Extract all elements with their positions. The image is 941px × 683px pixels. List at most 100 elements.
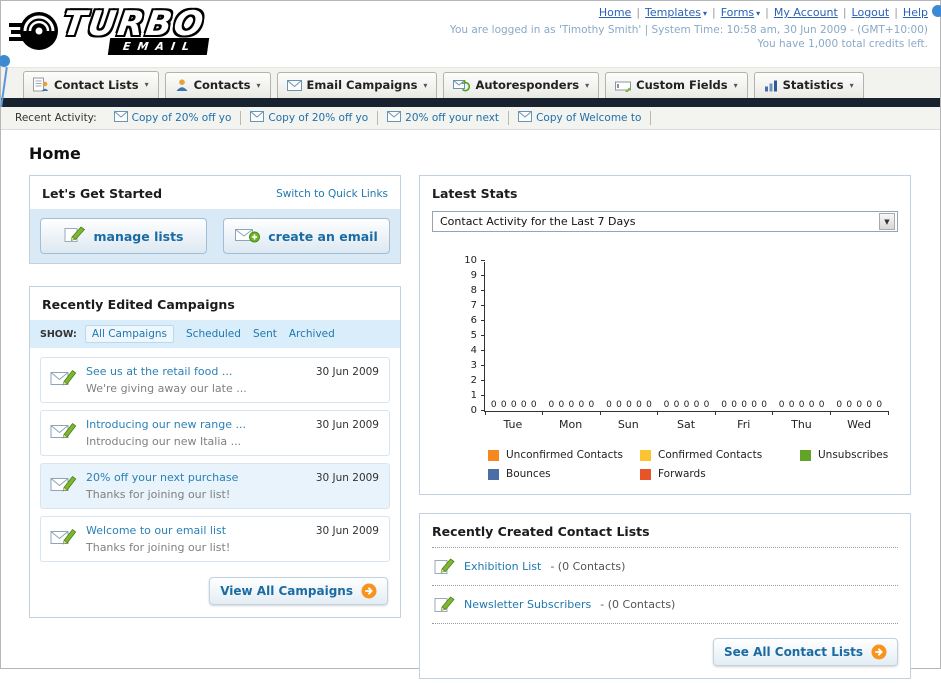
chart-series-cell: 0	[684, 400, 690, 411]
top-link-home[interactable]: Home	[599, 6, 631, 19]
legend-label: Forwards	[658, 468, 706, 480]
session-info: You are logged in as 'Timothy Smith' | S…	[450, 23, 928, 51]
chart-x-labels: Tue Mon Sun Sat Fri Thu Wed	[484, 412, 888, 431]
campaign-title-link[interactable]: Introducing our new range ...	[86, 418, 246, 431]
y-axis-label: 1	[470, 390, 477, 401]
chart-series-cell: 0	[751, 400, 757, 411]
tab-email-campaigns[interactable]: Email Campaigns ▾	[276, 72, 438, 98]
envelope-pencil-icon	[50, 367, 77, 395]
contact-list-link[interactable]: Exhibition List	[464, 560, 541, 573]
filter-scheduled[interactable]: Scheduled	[186, 328, 241, 340]
bar-value-label: 0	[751, 400, 757, 410]
x-axis-label: Wed	[847, 418, 872, 431]
bar-value-label: 0	[530, 400, 537, 410]
top-nav: Home | Templates ▾ | Forms ▾ | My Account | Logout…	[599, 6, 928, 19]
recent-activity-list: Copy of 20% off yo Copy of 20% off yo 20% …	[105, 107, 652, 129]
contact-list-item[interactable]: Exhibition List - (0 Contacts)	[432, 548, 898, 586]
top-link-forms[interactable]: Forms ▾	[721, 6, 760, 19]
filter-archived[interactable]: Archived	[289, 328, 335, 340]
recent-activity-item[interactable]: 20% off your next	[378, 111, 510, 125]
logo-turbo-text: TURBO	[60, 3, 208, 44]
campaign-subtitle: Introducing our new Italia ...	[86, 435, 242, 448]
filter-sent[interactable]: Sent	[253, 328, 277, 340]
bar-value-label: 0	[818, 400, 825, 410]
contact-list-link[interactable]: Newsletter Subscribers	[464, 598, 591, 611]
login-info: You are logged in as 'Timothy Smith' | S…	[449, 24, 928, 36]
bar-value-label: 0	[703, 400, 710, 410]
recent-activity-item[interactable]: Copy of 20% off yo	[105, 111, 242, 125]
get-started-title: Let's Get Started	[42, 186, 163, 201]
top-link-help[interactable]: Help	[903, 6, 928, 19]
recent-activity-item[interactable]: Copy of Welcome to	[509, 111, 652, 125]
campaign-title-link[interactable]: 20% off your next purchase	[86, 471, 238, 484]
campaign-list-item[interactable]: Introducing our new range ... Introducing…	[40, 410, 390, 456]
x-axis-tick	[829, 411, 831, 415]
campaign-list-item[interactable]: 20% off your next purchase Thanks for joi…	[40, 463, 390, 509]
bar-value-label: 0	[778, 400, 785, 410]
bar-value-label: 0	[673, 400, 680, 410]
filter-all-campaigns[interactable]: All Campaigns	[84, 325, 175, 343]
pencil-icon	[434, 558, 455, 575]
right-column: Latest Stats Contact Activity for the La…	[419, 175, 911, 679]
x-axis-tick	[772, 411, 774, 415]
tab-contact-lists[interactable]: Contact Lists ▾	[23, 71, 159, 98]
y-axis-label: 8	[470, 285, 477, 296]
create-email-label: create an email	[268, 228, 378, 244]
envelope-icon	[113, 111, 128, 125]
x-axis-label: Thu	[791, 418, 812, 431]
arrow-right-icon	[871, 644, 887, 660]
bar-value-label: 0	[798, 400, 805, 410]
stats-range-dropdown[interactable]: Contact Activity for the Last 7 Days ▼	[432, 211, 898, 232]
bar-value-label: 0	[510, 400, 517, 410]
bar-value-label: 0	[490, 400, 497, 410]
y-axis-label: 5	[470, 330, 477, 341]
bar-value-label: 0	[606, 400, 612, 410]
recent-activity-item-label: Copy of 20% off yo	[131, 112, 232, 124]
top-link-logout[interactable]: Logout	[852, 6, 890, 19]
switch-quick-links-link[interactable]: Switch to Quick Links	[276, 188, 388, 200]
campaign-date: 30 Jun 2009	[315, 525, 379, 537]
tab-autoresponders[interactable]: Autoresponders ▾	[443, 72, 600, 98]
campaign-title-link[interactable]: See us at the retail food ...	[86, 365, 247, 378]
contact-lists-icon	[33, 77, 49, 92]
tab-statistics[interactable]: Statistics ▾	[753, 72, 864, 98]
bar-value-label: 0	[578, 400, 585, 410]
see-all-contact-lists-button[interactable]: See All Contact Lists	[712, 638, 898, 666]
campaign-date: 30 Jun 2009	[315, 472, 379, 484]
chart-series-cell: 0	[846, 400, 852, 411]
legend-label: Unconfirmed Contacts	[506, 449, 623, 461]
top-link-templates[interactable]: Templates ▾	[645, 6, 707, 19]
y-axis-tick	[481, 275, 485, 276]
campaigns-title: Recently Edited Campaigns	[42, 297, 235, 312]
legend-swatch	[488, 468, 499, 480]
x-axis-tick	[714, 411, 716, 415]
legend-item-bounces: Bounces	[488, 468, 640, 480]
app-header: TURBO EMAIL Home | Templates ▾ | Forms ▾ | My Ac…	[1, 1, 940, 67]
turbo-email-logo[interactable]: TURBO EMAIL	[9, 3, 210, 57]
manage-lists-button[interactable]: manage lists	[40, 218, 207, 254]
create-email-button[interactable]: create an email	[223, 218, 390, 254]
top-link-my-account[interactable]: My Account	[774, 6, 838, 19]
view-all-campaigns-button[interactable]: View All Campaigns	[209, 577, 388, 605]
left-column: Let's Get Started Switch to Quick Links …	[29, 175, 401, 618]
chevron-down-icon: ▾	[585, 80, 590, 90]
contact-list-item[interactable]: Newsletter Subscribers - (0 Contacts)	[432, 586, 898, 624]
bar-value-label: 0	[761, 400, 767, 410]
legend-swatch	[800, 449, 811, 461]
chart-category-group: 00000	[485, 262, 543, 411]
chart-category-group: 00000	[543, 262, 601, 411]
x-axis-tick	[542, 411, 544, 415]
chart-series-cell: 0	[616, 400, 622, 411]
chart-series-cell: 0	[866, 400, 872, 411]
chart-legend: Unconfirmed Contacts Confirmed Contacts Un…	[488, 449, 910, 480]
bar-value-label: 0	[646, 400, 652, 410]
tab-custom-fields[interactable]: Custom Fields ▾	[605, 72, 748, 98]
recent-activity-item[interactable]: Copy of 20% off yo	[241, 111, 379, 125]
chart-series-cell: 0	[568, 400, 574, 411]
credits-info: You have 1,000 total credits left.	[757, 38, 928, 50]
envelope-icon	[387, 111, 402, 125]
campaign-list-item[interactable]: See us at the retail food ... We're givin…	[40, 357, 390, 403]
tab-contacts[interactable]: Contacts ▾	[164, 72, 271, 98]
campaign-list-item[interactable]: Welcome to our email list Thanks for join…	[40, 516, 390, 562]
campaign-title-link[interactable]: Welcome to our email list	[86, 524, 230, 537]
